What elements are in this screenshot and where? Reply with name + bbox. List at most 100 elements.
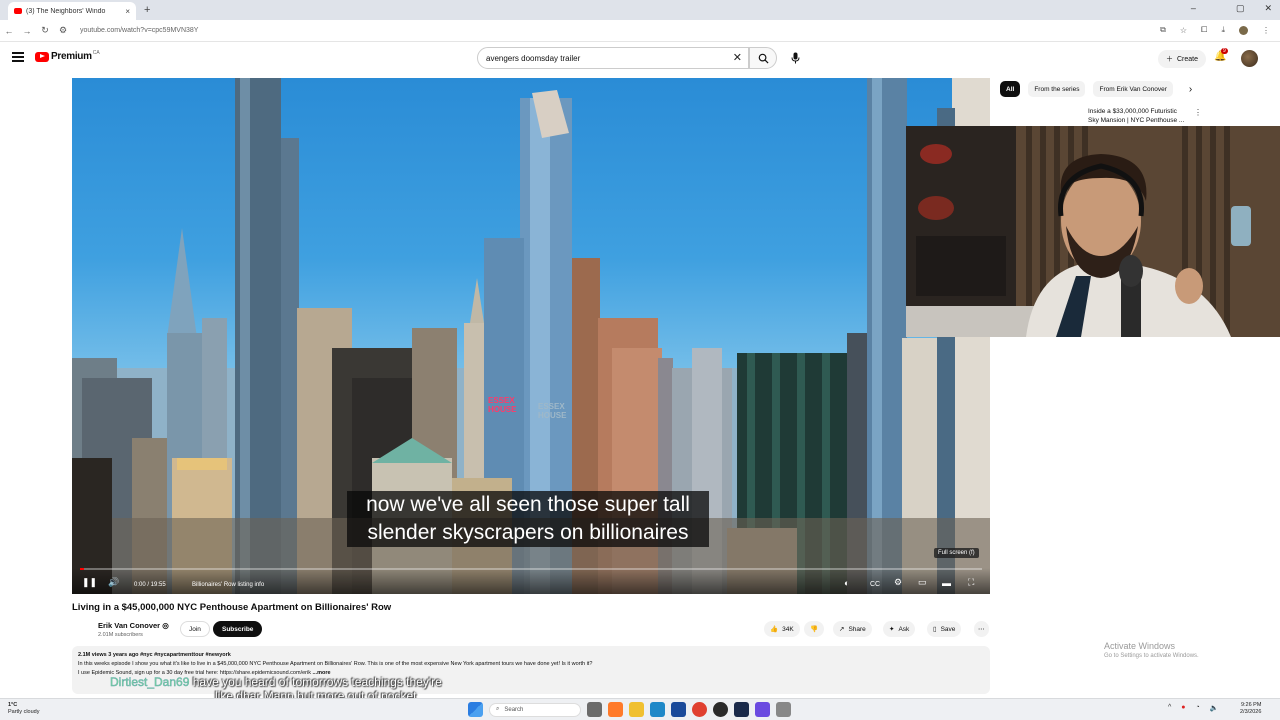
- fullscreen-tooltip: Full screen (f): [934, 548, 979, 558]
- chip-from-channel[interactable]: From Erik Van Conover: [1093, 81, 1173, 97]
- progress-bar[interactable]: [80, 568, 982, 570]
- video-title: Living in a $45,000,000 NYC Penthouse Ap…: [72, 602, 392, 613]
- address-bar: ← → ↻ ⚙ youtube.com/watch?v=cpc59MVN38Y …: [0, 20, 1280, 42]
- account-avatar[interactable]: [1241, 50, 1258, 67]
- chat-message-line-1: have you heard of tomorrows teachings th…: [192, 675, 442, 689]
- search-button[interactable]: [749, 47, 777, 69]
- windows-taskbar: 1°C Partly cloudy ⌕ Search ^ ● ◔ 🔈 9:26 …: [0, 698, 1280, 720]
- channel-name[interactable]: Erik Van Conover ◎: [98, 621, 169, 630]
- subscriber-count: 2.01M subscribers: [98, 632, 143, 638]
- miniplayer-icon[interactable]: ▭: [918, 577, 927, 588]
- player-controls: ❚❚ 🔊 0:00 / 19:55 Billionaires' Row list…: [72, 568, 990, 594]
- taskbar-search[interactable]: ⌕ Search: [489, 702, 581, 717]
- youtube-play-icon: [35, 51, 49, 62]
- store-icon[interactable]: [671, 702, 686, 717]
- share-icon: ↗: [839, 626, 845, 633]
- chip-from-series[interactable]: From the series: [1028, 81, 1086, 97]
- create-button[interactable]: ＋ Create: [1158, 50, 1207, 68]
- video-player[interactable]: ESSEX HOUSE ESSEX HOUSE now we've all seen…: [72, 78, 990, 594]
- chrome-icon[interactable]: [692, 702, 707, 717]
- streamer-webcam-overlay: [906, 126, 1280, 337]
- youtube-premium-logo[interactable]: Premium CA: [35, 50, 100, 62]
- chat-username: Dirtiest_Dan69: [110, 675, 190, 690]
- notifications-bell-icon[interactable]: 🔔 9: [1214, 48, 1228, 62]
- share-button[interactable]: ↗ Share: [833, 621, 872, 637]
- url-field[interactable]: youtube.com/watch?v=cpc59MVN38Y: [80, 27, 198, 34]
- firefox-icon[interactable]: [608, 702, 623, 717]
- autoplay-toggle[interactable]: ◐: [844, 578, 849, 588]
- save-button[interactable]: ▯ Save: [927, 621, 962, 637]
- chapter-title[interactable]: Billionaires' Row listing info: [192, 582, 264, 588]
- file-explorer-icon[interactable]: [629, 702, 644, 717]
- chevron-right-icon[interactable]: ›: [1189, 84, 1192, 95]
- obs-icon[interactable]: [713, 702, 728, 717]
- weather-widget[interactable]: 1°C Partly cloudy: [8, 702, 40, 716]
- related-filter-chips: All From the series From Erik Van Conove…: [1000, 81, 1192, 97]
- related-video-title[interactable]: Inside a $33,000,000 Futuristic Sky Mans…: [1088, 107, 1188, 125]
- new-tab-button[interactable]: +: [144, 4, 150, 16]
- system-tray: ^ ● ◔ 🔈: [1168, 704, 1218, 712]
- minimize-button[interactable]: –: [1191, 3, 1196, 14]
- theater-mode-icon[interactable]: ▬: [942, 578, 951, 588]
- task-view-icon[interactable]: [587, 702, 602, 717]
- tab-title: (3) The Neighbors' Windo: [26, 7, 106, 15]
- install-icon[interactable]: ⧉: [1160, 25, 1166, 35]
- essex-house-sign-red: ESSEX HOUSE: [488, 396, 517, 414]
- site-info-icon[interactable]: ⚙: [54, 25, 72, 36]
- search-icon: ⌕: [496, 706, 500, 712]
- tab-close-icon[interactable]: ×: [125, 7, 130, 16]
- downloads-icon[interactable]: ⤓: [1221, 25, 1225, 35]
- youtube-header: Premium CA avengers doomsday trailer ✕ ＋…: [0, 42, 1280, 76]
- speaker-icon[interactable]: 🔈: [1210, 704, 1219, 712]
- profile-avatar[interactable]: [1239, 25, 1248, 35]
- fullscreen-icon[interactable]: ⛶: [968, 577, 974, 588]
- video-caption: now we've all seen those super tall slen…: [347, 491, 709, 547]
- back-icon[interactable]: ←: [0, 26, 18, 36]
- pause-icon[interactable]: ❚❚: [82, 577, 97, 588]
- search-query: avengers doomsday trailer: [486, 53, 581, 63]
- settings-gear-icon[interactable]: ⚙: [894, 577, 902, 588]
- forward-icon[interactable]: →: [18, 26, 36, 36]
- thumbs-up-icon: 👍: [770, 626, 779, 633]
- more-actions-button[interactable]: ⋯: [974, 621, 989, 637]
- dislike-button[interactable]: 👎: [804, 621, 825, 637]
- taskbar-clock[interactable]: 9:26 PM 2/3/2026: [1240, 702, 1261, 716]
- microphone-icon: [791, 52, 799, 64]
- volume-icon[interactable]: 🔊: [108, 577, 119, 588]
- search-input[interactable]: avengers doomsday trailer ✕: [477, 47, 749, 69]
- sparkle-icon: ✦: [889, 626, 895, 633]
- tray-app-icon[interactable]: ●: [1181, 704, 1185, 712]
- steam-icon[interactable]: [734, 702, 749, 717]
- description-line-1: In this weeks episode I show you what it…: [78, 661, 593, 667]
- like-button[interactable]: 👍 34K: [764, 621, 800, 637]
- chip-all[interactable]: All: [1000, 81, 1021, 97]
- clear-search-icon[interactable]: ✕: [733, 51, 742, 64]
- edge-icon[interactable]: [650, 702, 665, 717]
- close-window-button[interactable]: ✕: [1264, 3, 1272, 14]
- maximize-button[interactable]: ▢: [1236, 3, 1245, 14]
- hamburger-menu-icon[interactable]: [12, 52, 24, 62]
- windows-start-icon[interactable]: [468, 702, 483, 717]
- extensions-icon[interactable]: ⧠: [1201, 25, 1207, 35]
- voice-search-button[interactable]: [788, 51, 802, 65]
- channel-avatar[interactable]: [72, 620, 90, 638]
- bookmark-star-icon[interactable]: ☆: [1180, 26, 1187, 35]
- browser-menu-icon[interactable]: ⋮: [1262, 26, 1270, 35]
- ask-button[interactable]: ✦ Ask: [883, 621, 916, 637]
- join-button[interactable]: Join: [180, 621, 210, 637]
- youtube-favicon-icon: [14, 8, 22, 14]
- progress-fill: [80, 568, 84, 570]
- tray-chevron-icon[interactable]: ^: [1168, 704, 1171, 712]
- thumbs-down-icon: 👎: [810, 626, 819, 633]
- view-stats: 2.1M views 3 years ago #nyc #nycapartmen…: [78, 652, 231, 658]
- wifi-icon[interactable]: ◔: [1196, 704, 1200, 712]
- plus-icon: ＋: [1166, 56, 1173, 63]
- taskbar-apps: ⌕ Search: [468, 702, 791, 717]
- subtitles-icon[interactable]: CC: [870, 581, 880, 588]
- related-video-menu-icon[interactable]: ⋮: [1194, 108, 1202, 117]
- settings-icon[interactable]: [776, 702, 791, 717]
- reload-icon[interactable]: ↻: [36, 25, 54, 36]
- subscribe-button[interactable]: Subscribe: [213, 621, 263, 637]
- discord-icon[interactable]: [755, 702, 770, 717]
- browser-tab[interactable]: (3) The Neighbors' Windo ×: [8, 2, 136, 20]
